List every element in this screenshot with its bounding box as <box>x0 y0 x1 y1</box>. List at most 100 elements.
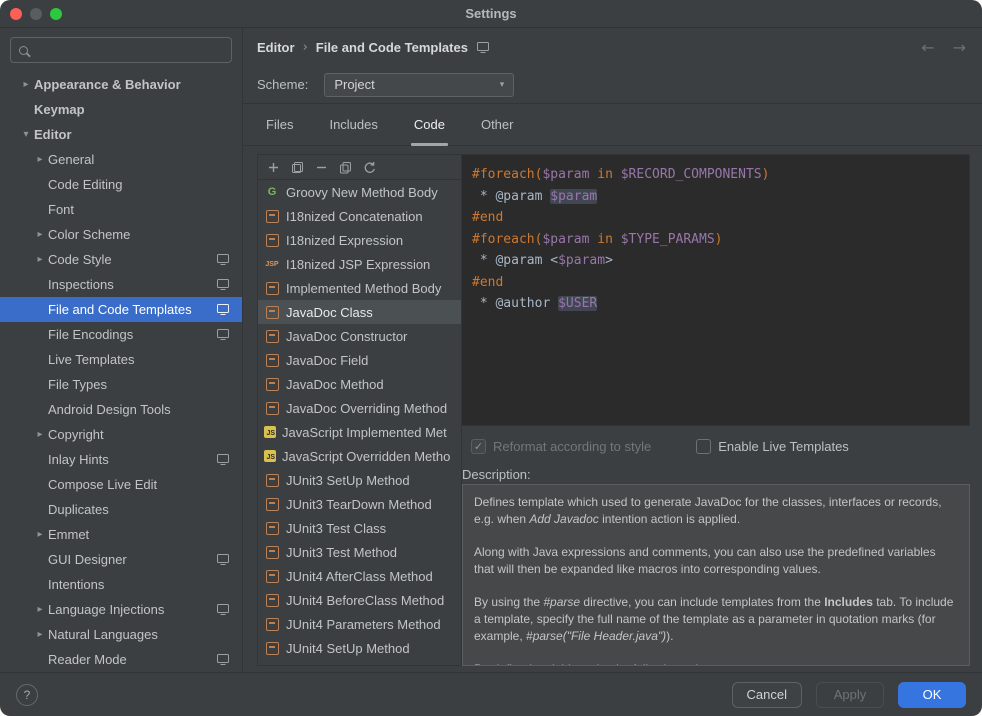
template-item-javadoc-constructor[interactable]: JavaDoc Constructor <box>258 324 461 348</box>
template-item-javadoc-class[interactable]: JavaDoc Class <box>258 300 461 324</box>
settings-sidebar: ▸Appearance & BehaviorKeymap▾Editor▸Gene… <box>0 28 243 672</box>
add-icon[interactable] <box>267 161 280 174</box>
sidebar-item-label: Compose Live Edit <box>48 477 157 492</box>
template-item-javadoc-overriding-method[interactable]: JavaDoc Overriding Method <box>258 396 461 420</box>
template-item-junit3-teardown-method[interactable]: JUnit3 TearDown Method <box>258 492 461 516</box>
tab-code[interactable]: Code <box>411 117 448 145</box>
reset-icon[interactable] <box>363 161 376 174</box>
sidebar-item-reader-mode[interactable]: Reader Mode <box>0 647 242 672</box>
sidebar-item-editor[interactable]: ▾Editor <box>0 122 242 147</box>
sidebar-item-general[interactable]: ▸General <box>0 147 242 172</box>
js-icon: JS <box>264 426 276 438</box>
sidebar-item-copyright[interactable]: ▸Copyright <box>0 422 242 447</box>
monitor-icon <box>476 41 490 54</box>
description-paragraph: By using the #parse directive, you can i… <box>474 594 958 646</box>
template-item-groovy-new-method-body[interactable]: GGroovy New Method Body <box>258 180 461 204</box>
sidebar-item-android-design-tools[interactable]: Android Design Tools <box>0 397 242 422</box>
create-child-icon[interactable] <box>291 161 304 174</box>
template-item-junit3-test-class[interactable]: JUnit3 Test Class <box>258 516 461 540</box>
jsp-icon: JSP <box>264 257 280 271</box>
sidebar-item-label: Android Design Tools <box>48 402 171 417</box>
sidebar-item-keymap[interactable]: Keymap <box>0 97 242 122</box>
template-item-javadoc-field[interactable]: JavaDoc Field <box>258 348 461 372</box>
sidebar-item-duplicates[interactable]: Duplicates <box>0 497 242 522</box>
scheme-select[interactable]: Project ▾ <box>324 73 514 97</box>
template-item-junit4-beforeclass-method[interactable]: JUnit4 BeforeClass Method <box>258 588 461 612</box>
reformat-checkbox[interactable]: Reformat according to style <box>471 439 651 454</box>
chevron-right-icon: ▸ <box>32 604 48 615</box>
code-line: * @param <$param> <box>472 250 959 272</box>
help-button[interactable]: ? <box>16 684 38 706</box>
chevron-down-icon: ▾ <box>18 129 34 140</box>
template-item-label: JavaDoc Overriding Method <box>286 401 447 416</box>
template-item-javascript-implemented-met[interactable]: JSJavaScript Implemented Met <box>258 420 461 444</box>
sidebar-item-color-scheme[interactable]: ▸Color Scheme <box>0 222 242 247</box>
template-item-javascript-overridden-metho[interactable]: JSJavaScript Overridden Metho <box>258 444 461 468</box>
tab-files[interactable]: Files <box>263 117 296 145</box>
copy-icon[interactable] <box>339 161 352 174</box>
sidebar-item-font[interactable]: Font <box>0 197 242 222</box>
cancel-button[interactable]: Cancel <box>732 682 802 708</box>
enable-live-templates-checkbox[interactable]: Enable Live Templates <box>696 439 849 454</box>
breadcrumb-editor[interactable]: Editor <box>257 40 295 55</box>
template-item-label: Implemented Method Body <box>286 281 441 296</box>
template-item-junit3-setup-method[interactable]: JUnit3 SetUp Method <box>258 468 461 492</box>
sidebar-item-file-and-code-templates[interactable]: File and Code Templates <box>0 297 242 322</box>
js-icon: JS <box>264 450 276 462</box>
template-item-i18nized-concatenation[interactable]: I18nized Concatenation <box>258 204 461 228</box>
template-item-i18nized-jsp-expression[interactable]: JSPI18nized JSP Expression <box>258 252 461 276</box>
template-item-label: JUnit4 Parameters Method <box>286 617 441 632</box>
tab-includes[interactable]: Includes <box>326 117 380 145</box>
sidebar-item-emmet[interactable]: ▸Emmet <box>0 522 242 547</box>
ok-button[interactable]: OK <box>898 682 966 708</box>
close-button[interactable] <box>10 8 22 20</box>
breadcrumb-separator-icon: › <box>303 40 308 55</box>
sidebar-item-inspections[interactable]: Inspections <box>0 272 242 297</box>
sidebar-item-gui-designer[interactable]: GUI Designer <box>0 547 242 572</box>
chevron-right-icon: ▸ <box>32 229 48 240</box>
sidebar-item-inlay-hints[interactable]: Inlay Hints <box>0 447 242 472</box>
template-icon <box>264 377 280 391</box>
sidebar-item-label: Live Templates <box>48 352 134 367</box>
sidebar-item-code-style[interactable]: ▸Code Style <box>0 247 242 272</box>
sidebar-item-compose-live-edit[interactable]: Compose Live Edit <box>0 472 242 497</box>
scheme-row: Scheme: Project ▾ <box>243 66 982 104</box>
sidebar-item-code-editing[interactable]: Code Editing <box>0 172 242 197</box>
code-line: * @param $param <box>472 186 959 208</box>
template-item-i18nized-expression[interactable]: I18nized Expression <box>258 228 461 252</box>
chevron-right-icon: ▸ <box>32 154 48 165</box>
sidebar-item-natural-languages[interactable]: ▸Natural Languages <box>0 622 242 647</box>
chevron-right-icon: ▸ <box>32 529 48 540</box>
sidebar-item-label: Keymap <box>34 102 85 117</box>
template-item-javadoc-method[interactable]: JavaDoc Method <box>258 372 461 396</box>
settings-search-box[interactable] <box>10 37 232 63</box>
template-icon <box>264 353 280 367</box>
forward-icon[interactable]: → <box>953 38 966 57</box>
sidebar-item-intentions[interactable]: Intentions <box>0 572 242 597</box>
template-icon <box>264 497 280 511</box>
sidebar-item-file-types[interactable]: File Types <box>0 372 242 397</box>
sidebar-item-label: Appearance & Behavior <box>34 77 181 92</box>
search-input[interactable] <box>35 43 223 58</box>
history-nav: ← → <box>921 38 966 57</box>
sidebar-item-file-encodings[interactable]: File Encodings <box>0 322 242 347</box>
tab-other[interactable]: Other <box>478 117 517 145</box>
back-icon[interactable]: ← <box>921 38 934 57</box>
sidebar-item-live-templates[interactable]: Live Templates <box>0 347 242 372</box>
template-item-label: JavaDoc Class <box>286 305 373 320</box>
template-item-junit3-test-method[interactable]: JUnit3 Test Method <box>258 540 461 564</box>
template-code-editor[interactable]: #foreach($param in $RECORD_COMPONENTS) *… <box>462 154 970 426</box>
remove-icon[interactable] <box>315 161 328 174</box>
sidebar-item-label: Copyright <box>48 427 104 442</box>
zoom-button[interactable] <box>50 8 62 20</box>
template-icon <box>264 521 280 535</box>
template-item-junit4-parameters-method[interactable]: JUnit4 Parameters Method <box>258 612 461 636</box>
template-item-implemented-method-body[interactable]: Implemented Method Body <box>258 276 461 300</box>
code-line: #foreach($param in $RECORD_COMPONENTS) <box>472 164 959 186</box>
template-list-toolbar <box>258 155 461 180</box>
apply-button[interactable]: Apply <box>816 682 884 708</box>
template-item-junit4-setup-method[interactable]: JUnit4 SetUp Method <box>258 636 461 660</box>
sidebar-item-language-injections[interactable]: ▸Language Injections <box>0 597 242 622</box>
template-item-junit4-afterclass-method[interactable]: JUnit4 AfterClass Method <box>258 564 461 588</box>
sidebar-item-appearance-behavior[interactable]: ▸Appearance & Behavior <box>0 72 242 97</box>
